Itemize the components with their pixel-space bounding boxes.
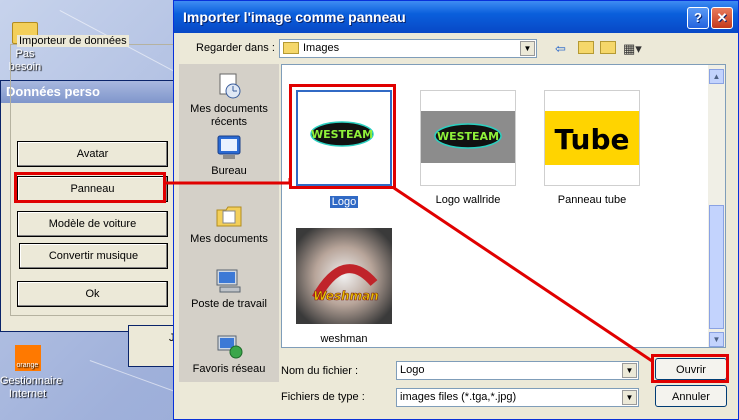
network-places-icon	[217, 335, 243, 359]
place-label: Bureau	[211, 165, 247, 177]
chevron-down-icon[interactable]: ▼	[622, 363, 637, 378]
group-label: Importeur de données	[17, 35, 129, 47]
place-label: Mes documents	[190, 233, 268, 245]
place-label: Mes documents récents	[190, 103, 268, 128]
back-arrow-icon[interactable]: ⇦	[555, 41, 566, 57]
annotation-panneau-box	[14, 172, 166, 203]
chevron-down-icon: ▼	[520, 41, 535, 56]
ok-button[interactable]: Ok	[17, 281, 168, 307]
place-label: Favoris réseau	[192, 363, 266, 375]
cancel-button[interactable]: Annuler	[655, 385, 727, 407]
places-bar: Mes documents récents Bureau Mes documen…	[179, 64, 279, 382]
filename-value: Logo	[400, 364, 425, 376]
view-menu-icon[interactable]: ▦▾	[623, 41, 642, 57]
filetype-value: images files (*.tga,*.jpg)	[400, 391, 517, 403]
new-folder-icon[interactable]	[600, 41, 616, 57]
file-thumbnail-logo-wallride[interactable]: WESTEAM	[420, 90, 516, 186]
place-desktop[interactable]: Bureau	[179, 134, 279, 178]
look-in-dropdown[interactable]: Images ▼	[279, 39, 537, 58]
westeam-wallride-image: WESTEAM	[421, 111, 515, 163]
look-in-label: Regarder dans :	[196, 42, 275, 54]
scroll-down-icon[interactable]: ▼	[709, 332, 724, 347]
look-in-value: Images	[283, 42, 339, 55]
orange-logo-icon: orange	[14, 345, 41, 371]
desktop-icon	[217, 135, 241, 159]
up-folder-icon[interactable]	[578, 41, 594, 57]
filename-input[interactable]: Logo ▼	[396, 361, 639, 380]
file-name-weshman[interactable]: weshman	[284, 333, 404, 345]
svg-text:WESTEAM: WESTEAM	[437, 130, 499, 143]
tube-sign-image: Tube	[545, 111, 639, 165]
recent-documents-icon	[219, 73, 241, 99]
file-name-logo[interactable]: Logo	[284, 196, 404, 208]
vertical-scrollbar[interactable]: ▲ ▼	[708, 65, 725, 347]
my-computer-icon	[216, 269, 241, 293]
place-network[interactable]: Favoris réseau	[179, 332, 279, 376]
filename-label: Nom du fichier :	[281, 365, 359, 377]
convertir-musique-button[interactable]: Convertir musique	[19, 243, 168, 269]
file-name-logo-wallride[interactable]: Logo wallride	[408, 194, 528, 206]
help-button[interactable]: ?	[687, 7, 709, 29]
avatar-button[interactable]: Avatar	[17, 141, 168, 167]
filetype-dropdown[interactable]: images files (*.tga,*.jpg) ▼	[396, 388, 639, 407]
scroll-thumb[interactable]	[709, 205, 724, 329]
filetype-label: Fichiers de type :	[281, 391, 365, 403]
dialog-titlebar: Importer l'image comme panneau ? ✕	[174, 1, 738, 33]
svg-text:Tube: Tube	[555, 123, 630, 156]
close-button[interactable]: ✕	[711, 7, 733, 29]
place-my-documents[interactable]: Mes documents	[179, 202, 279, 246]
scroll-up-icon[interactable]: ▲	[709, 69, 724, 84]
file-name-panneau-tube[interactable]: Panneau tube	[532, 194, 652, 206]
desktop-icon-orange[interactable]: orange Gestionnaire Internet	[0, 345, 62, 401]
annotation-logo-box	[289, 84, 396, 189]
place-label: Poste de travail	[191, 298, 267, 310]
svg-text:Weshman: Weshman	[313, 289, 378, 303]
place-my-computer[interactable]: Poste de travail	[179, 267, 279, 311]
place-recent[interactable]: Mes documents récents	[179, 72, 279, 129]
dialog-title: Importer l'image comme panneau	[183, 9, 406, 25]
weshman-image: Weshman	[296, 228, 392, 324]
my-documents-icon	[216, 206, 242, 227]
file-thumbnail-weshman[interactable]: Weshman	[296, 228, 392, 324]
chevron-down-icon[interactable]: ▼	[622, 390, 637, 405]
modele-voiture-button[interactable]: Modèle de voiture	[17, 211, 168, 237]
desktop-icon-label: Gestionnaire Internet	[0, 375, 63, 400]
folder-icon	[283, 42, 299, 55]
annotation-ouvrir-box	[651, 354, 729, 383]
file-thumbnail-panneau-tube[interactable]: Tube	[544, 90, 640, 186]
